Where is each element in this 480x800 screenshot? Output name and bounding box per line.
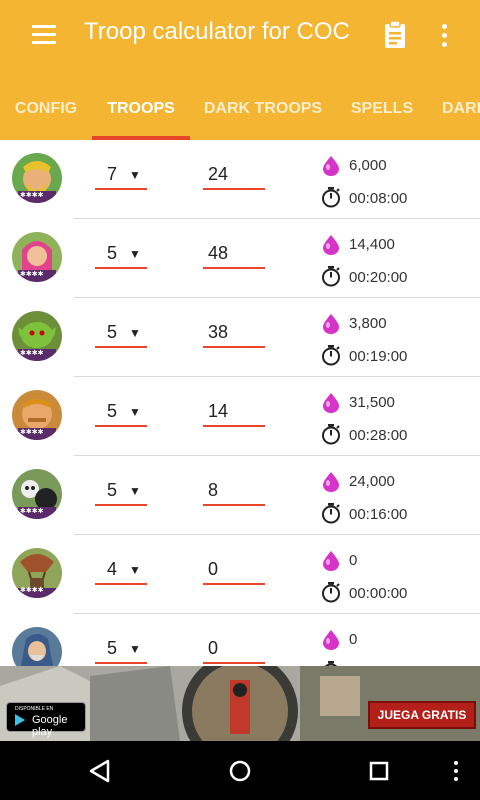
- troop-row: ✱✱✱✱ 4 ▼ 0 0 00:00:00: [0, 535, 480, 614]
- quantity-input[interactable]: 38: [203, 320, 265, 348]
- play-free-button[interactable]: JUEGA GRATIS: [368, 701, 476, 729]
- level-value: 7: [107, 164, 118, 184]
- app-title: Troop calculator for COC: [84, 18, 350, 45]
- google-play-badge[interactable]: DISPONIBLE EN Google play: [6, 702, 86, 738]
- goblin-icon: ✱✱✱✱: [12, 311, 62, 361]
- training-time: 00:08:00: [349, 190, 408, 207]
- more-options-icon[interactable]: [432, 18, 456, 52]
- tab-dark-troops[interactable]: DARK TROOPS: [200, 86, 326, 140]
- elixir-icon: [320, 391, 342, 413]
- training-time: 00:19:00: [349, 348, 408, 365]
- troop-row: ✱✱✱✱ 5 ▼ 48 14,400 00:20:00: [0, 219, 480, 298]
- stopwatch-icon: [320, 186, 342, 208]
- quantity-input[interactable]: 48: [203, 241, 265, 269]
- level-spinner[interactable]: 5 ▼: [95, 241, 147, 269]
- level-value: 4: [107, 559, 118, 579]
- elixir-cost: 0: [349, 631, 358, 648]
- tab-spells[interactable]: SPELLS: [344, 86, 420, 140]
- level-spinner[interactable]: 5 ▼: [95, 399, 147, 427]
- chevron-down-icon: ▼: [129, 405, 141, 419]
- store-name: Google play: [32, 714, 68, 738]
- chevron-down-icon: ▼: [129, 484, 141, 498]
- quantity-input[interactable]: 0: [203, 557, 265, 585]
- play-store-icon: [15, 714, 25, 726]
- wall-breaker-icon: ✱✱✱✱: [12, 469, 62, 519]
- chevron-down-icon: ▼: [129, 326, 141, 340]
- barbarian-icon: ✱✱✱✱: [12, 153, 62, 203]
- tab-dark-spells[interactable]: DARK: [442, 86, 480, 140]
- troop-row: ✱✱✱✱ 5 ▼ 14 31,500 00:28:00: [0, 377, 480, 456]
- level-spinner[interactable]: 4 ▼: [95, 557, 147, 585]
- tab-bar: CONFIG TROOPS DARK TROOPS SPELLS DARK: [0, 86, 480, 140]
- stopwatch-icon: [320, 581, 342, 603]
- stopwatch-icon: [320, 502, 342, 524]
- overflow-icon[interactable]: [438, 753, 474, 789]
- elixir-icon: [320, 549, 342, 571]
- elixir-icon: [320, 233, 342, 255]
- troop-list[interactable]: ✱✱✱✱ 7 ▼ 24 6,000 00:08:00 ✱✱✱✱ 5 ▼ 48 1…: [0, 140, 480, 666]
- chevron-down-icon: ▼: [129, 642, 141, 656]
- elixir-cost: 24,000: [349, 473, 395, 490]
- level-value: 5: [107, 638, 118, 658]
- quantity-input[interactable]: 0: [203, 636, 265, 664]
- quantity-input[interactable]: 14: [203, 399, 265, 427]
- tab-config[interactable]: CONFIG: [10, 86, 82, 140]
- elixir-cost: 14,400: [349, 236, 395, 253]
- troop-row: ✱✱✱✱ 7 ▼ 24 6,000 00:08:00: [0, 140, 480, 219]
- elixir-icon: [320, 154, 342, 176]
- level-value: 5: [107, 322, 118, 342]
- elixir-cost: 31,500: [349, 394, 395, 411]
- home-icon[interactable]: [222, 753, 258, 789]
- elixir-cost: 6,000: [349, 157, 387, 174]
- giant-icon: ✱✱✱✱: [12, 390, 62, 440]
- tab-troops[interactable]: TROOPS: [92, 86, 190, 140]
- wizard-icon: [12, 627, 62, 666]
- elixir-icon: [320, 628, 342, 650]
- training-time: 00:20:00: [349, 269, 408, 286]
- troop-row: 5 ▼ 0 0: [0, 614, 480, 666]
- training-time: 00:28:00: [349, 427, 408, 444]
- level-spinner[interactable]: 5 ▼: [95, 636, 147, 664]
- recents-icon[interactable]: [361, 753, 397, 789]
- training-time: 00:16:00: [349, 506, 408, 523]
- back-icon[interactable]: [82, 753, 118, 789]
- chevron-down-icon: ▼: [129, 247, 141, 261]
- app-bar: Troop calculator for COC CONFIG TROOPS D…: [0, 0, 480, 140]
- clipboard-icon[interactable]: [380, 20, 410, 50]
- level-spinner[interactable]: 7 ▼: [95, 162, 147, 190]
- stopwatch-icon: [320, 265, 342, 287]
- stopwatch-icon: [320, 423, 342, 445]
- chevron-down-icon: ▼: [129, 563, 141, 577]
- troop-row: ✱✱✱✱ 5 ▼ 38 3,800 00:19:00: [0, 298, 480, 377]
- elixir-icon: [320, 470, 342, 492]
- archer-icon: ✱✱✱✱: [12, 232, 62, 282]
- level-value: 5: [107, 243, 118, 263]
- level-value: 5: [107, 480, 118, 500]
- training-time: 00:00:00: [349, 585, 408, 602]
- stopwatch-icon: [320, 344, 342, 366]
- level-spinner[interactable]: 5 ▼: [95, 320, 147, 348]
- elixir-icon: [320, 312, 342, 334]
- menu-icon[interactable]: [22, 20, 66, 50]
- quantity-input[interactable]: 24: [203, 162, 265, 190]
- system-nav-bar: [0, 741, 480, 800]
- balloon-icon: ✱✱✱✱: [12, 548, 62, 598]
- ad-banner[interactable]: DISPONIBLE EN Google play JUEGA GRATIS: [0, 666, 480, 741]
- quantity-input[interactable]: 8: [203, 478, 265, 506]
- level-value: 5: [107, 401, 118, 421]
- chevron-down-icon: ▼: [129, 168, 141, 182]
- troop-row: ✱✱✱✱ 5 ▼ 8 24,000 00:16:00: [0, 456, 480, 535]
- elixir-cost: 0: [349, 552, 358, 569]
- elixir-cost: 3,800: [349, 315, 387, 332]
- store-caption: DISPONIBLE EN: [15, 706, 54, 712]
- level-spinner[interactable]: 5 ▼: [95, 478, 147, 506]
